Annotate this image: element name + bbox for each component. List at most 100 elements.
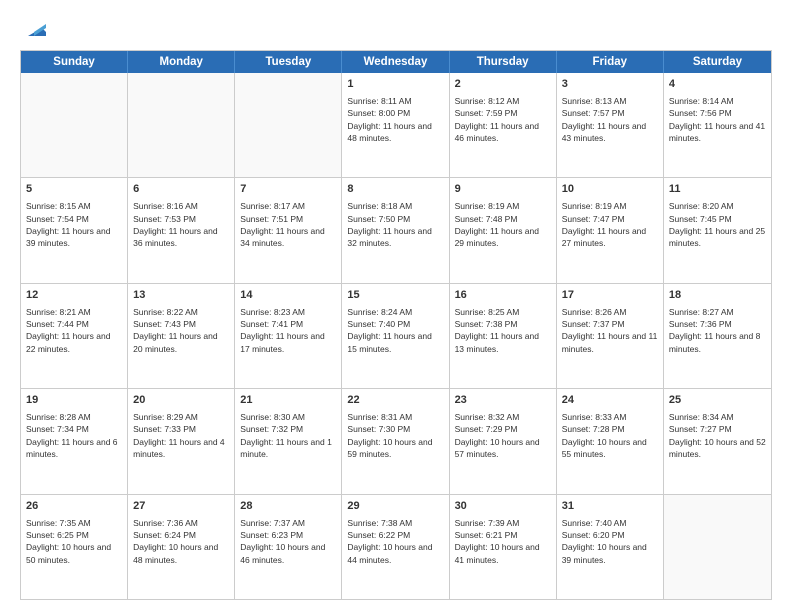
calendar-cell	[235, 73, 342, 177]
day-number: 2	[455, 77, 551, 93]
day-number: 29	[347, 499, 443, 515]
cell-text: Sunrise: 8:21 AMSunset: 7:44 PMDaylight:…	[26, 306, 122, 355]
calendar-cell: 24Sunrise: 8:33 AMSunset: 7:28 PMDayligh…	[557, 389, 664, 493]
day-number: 27	[133, 499, 229, 515]
calendar-cell: 26 Sunrise: 7:35 AMSunset: 6:25 PMDayligh…	[21, 495, 128, 599]
calendar-cell: 2 Sunrise: 8:12 AMSunset: 7:59 PMDaylight…	[450, 73, 557, 177]
calendar-cell: 1 Sunrise: 8:11 AMSunset: 8:00 PMDaylight…	[342, 73, 449, 177]
day-number: 26	[26, 499, 122, 515]
header-day-saturday: Saturday	[664, 51, 771, 73]
cell-text: Sunrise: 7:37 AMSunset: 6:23 PMDaylight:…	[240, 517, 336, 566]
day-number: 14	[240, 288, 336, 304]
cell-text: Sunrise: 7:40 AMSunset: 6:20 PMDaylight:…	[562, 517, 658, 566]
day-number: 11	[669, 182, 766, 198]
cell-text: Sunrise: 8:12 AMSunset: 7:59 PMDaylight:…	[455, 95, 551, 144]
header	[20, 18, 772, 40]
calendar-body: 1 Sunrise: 8:11 AMSunset: 8:00 PMDaylight…	[21, 73, 771, 599]
header-day-friday: Friday	[557, 51, 664, 73]
day-number: 23	[455, 393, 551, 409]
calendar-cell: 15 Sunrise: 8:24 AMSunset: 7:40 PMDayligh…	[342, 284, 449, 388]
calendar-cell: 12 Sunrise: 8:21 AMSunset: 7:44 PMDayligh…	[21, 284, 128, 388]
cell-text: Sunrise: 8:27 AMSunset: 7:36 PMDaylight:…	[669, 306, 766, 355]
cell-text: Sunrise: 8:18 AMSunset: 7:50 PMDaylight:…	[347, 200, 443, 249]
day-number: 16	[455, 288, 551, 304]
day-number: 8	[347, 182, 443, 198]
day-number: 9	[455, 182, 551, 198]
calendar-cell: 27Sunrise: 7:36 AMSunset: 6:24 PMDayligh…	[128, 495, 235, 599]
day-number: 20	[133, 393, 229, 409]
cell-text: Sunrise: 8:28 AMSunset: 7:34 PMDaylight:…	[26, 411, 122, 460]
day-number: 5	[26, 182, 122, 198]
calendar-cell: 25 Sunrise: 8:34 AMSunset: 7:27 PMDayligh…	[664, 389, 771, 493]
cell-text: Sunrise: 8:22 AMSunset: 7:43 PMDaylight:…	[133, 306, 229, 355]
cell-text: Sunrise: 7:38 AMSunset: 6:22 PMDaylight:…	[347, 517, 443, 566]
day-number: 19	[26, 393, 122, 409]
calendar-cell: 30Sunrise: 7:39 AMSunset: 6:21 PMDayligh…	[450, 495, 557, 599]
calendar-cell: 16 Sunrise: 8:25 AMSunset: 7:38 PMDayligh…	[450, 284, 557, 388]
day-number: 3	[562, 77, 658, 93]
day-number: 21	[240, 393, 336, 409]
cell-text: Sunrise: 7:39 AMSunset: 6:21 PMDaylight:…	[455, 517, 551, 566]
calendar-cell: 4Sunrise: 8:14 AMSunset: 7:56 PMDaylight…	[664, 73, 771, 177]
day-number: 28	[240, 499, 336, 515]
calendar-cell: 11 Sunrise: 8:20 AMSunset: 7:45 PMDayligh…	[664, 178, 771, 282]
day-number: 25	[669, 393, 766, 409]
calendar-cell: 5 Sunrise: 8:15 AMSunset: 7:54 PMDaylight…	[21, 178, 128, 282]
calendar-cell: 9 Sunrise: 8:19 AMSunset: 7:48 PMDaylight…	[450, 178, 557, 282]
cell-text: Sunrise: 8:25 AMSunset: 7:38 PMDaylight:…	[455, 306, 551, 355]
day-number: 24	[562, 393, 658, 409]
day-number: 13	[133, 288, 229, 304]
calendar-cell	[664, 495, 771, 599]
calendar-cell: 13 Sunrise: 8:22 AMSunset: 7:43 PMDayligh…	[128, 284, 235, 388]
calendar-row-3: 19 Sunrise: 8:28 AMSunset: 7:34 PMDayligh…	[21, 388, 771, 493]
calendar-header: SundayMondayTuesdayWednesdayThursdayFrid…	[21, 51, 771, 73]
cell-text: Sunrise: 8:30 AMSunset: 7:32 PMDaylight:…	[240, 411, 336, 460]
cell-text: Sunrise: 8:19 AMSunset: 7:48 PMDaylight:…	[455, 200, 551, 249]
cell-text: Sunrise: 8:24 AMSunset: 7:40 PMDaylight:…	[347, 306, 443, 355]
header-day-tuesday: Tuesday	[235, 51, 342, 73]
cell-text: Sunrise: 8:15 AMSunset: 7:54 PMDaylight:…	[26, 200, 122, 249]
cell-text: Sunrise: 8:34 AMSunset: 7:27 PMDaylight:…	[669, 411, 766, 460]
cell-text: Sunrise: 8:29 AMSunset: 7:33 PMDaylight:…	[133, 411, 229, 460]
calendar-row-0: 1 Sunrise: 8:11 AMSunset: 8:00 PMDaylight…	[21, 73, 771, 177]
cell-text: Sunrise: 8:13 AMSunset: 7:57 PMDaylight:…	[562, 95, 658, 144]
calendar-cell: 18Sunrise: 8:27 AMSunset: 7:36 PMDayligh…	[664, 284, 771, 388]
calendar-row-1: 5 Sunrise: 8:15 AMSunset: 7:54 PMDaylight…	[21, 177, 771, 282]
cell-text: Sunrise: 8:17 AMSunset: 7:51 PMDaylight:…	[240, 200, 336, 249]
calendar-cell: 28 Sunrise: 7:37 AMSunset: 6:23 PMDayligh…	[235, 495, 342, 599]
day-number: 22	[347, 393, 443, 409]
calendar-row-4: 26 Sunrise: 7:35 AMSunset: 6:25 PMDayligh…	[21, 494, 771, 599]
cell-text: Sunrise: 7:35 AMSunset: 6:25 PMDaylight:…	[26, 517, 122, 566]
calendar-cell: 22 Sunrise: 8:31 AMSunset: 7:30 PMDayligh…	[342, 389, 449, 493]
cell-text: Sunrise: 8:20 AMSunset: 7:45 PMDaylight:…	[669, 200, 766, 249]
calendar-cell: 14 Sunrise: 8:23 AMSunset: 7:41 PMDayligh…	[235, 284, 342, 388]
cell-text: Sunrise: 8:19 AMSunset: 7:47 PMDaylight:…	[562, 200, 658, 249]
calendar-cell: 8 Sunrise: 8:18 AMSunset: 7:50 PMDaylight…	[342, 178, 449, 282]
calendar-cell: 17 Sunrise: 8:26 AMSunset: 7:37 PMDayligh…	[557, 284, 664, 388]
header-day-wednesday: Wednesday	[342, 51, 449, 73]
calendar-cell	[128, 73, 235, 177]
day-number: 1	[347, 77, 443, 93]
day-number: 15	[347, 288, 443, 304]
calendar-cell: 3 Sunrise: 8:13 AMSunset: 7:57 PMDaylight…	[557, 73, 664, 177]
calendar-cell: 29 Sunrise: 7:38 AMSunset: 6:22 PMDayligh…	[342, 495, 449, 599]
calendar-cell: 10Sunrise: 8:19 AMSunset: 7:47 PMDayligh…	[557, 178, 664, 282]
day-number: 31	[562, 499, 658, 515]
calendar-cell: 31 Sunrise: 7:40 AMSunset: 6:20 PMDayligh…	[557, 495, 664, 599]
calendar-cell	[21, 73, 128, 177]
logo	[20, 18, 46, 40]
cell-text: Sunrise: 8:31 AMSunset: 7:30 PMDaylight:…	[347, 411, 443, 460]
cell-text: Sunrise: 8:26 AMSunset: 7:37 PMDaylight:…	[562, 306, 658, 355]
logo-icon	[24, 18, 46, 40]
cell-text: Sunrise: 8:23 AMSunset: 7:41 PMDaylight:…	[240, 306, 336, 355]
day-number: 17	[562, 288, 658, 304]
day-number: 12	[26, 288, 122, 304]
calendar: SundayMondayTuesdayWednesdayThursdayFrid…	[20, 50, 772, 600]
cell-text: Sunrise: 8:11 AMSunset: 8:00 PMDaylight:…	[347, 95, 443, 144]
calendar-cell: 6Sunrise: 8:16 AMSunset: 7:53 PMDaylight…	[128, 178, 235, 282]
calendar-cell: 21 Sunrise: 8:30 AMSunset: 7:32 PMDayligh…	[235, 389, 342, 493]
calendar-cell: 19 Sunrise: 8:28 AMSunset: 7:34 PMDayligh…	[21, 389, 128, 493]
calendar-row-2: 12 Sunrise: 8:21 AMSunset: 7:44 PMDayligh…	[21, 283, 771, 388]
page: SundayMondayTuesdayWednesdayThursdayFrid…	[0, 0, 792, 612]
day-number: 6	[133, 182, 229, 198]
